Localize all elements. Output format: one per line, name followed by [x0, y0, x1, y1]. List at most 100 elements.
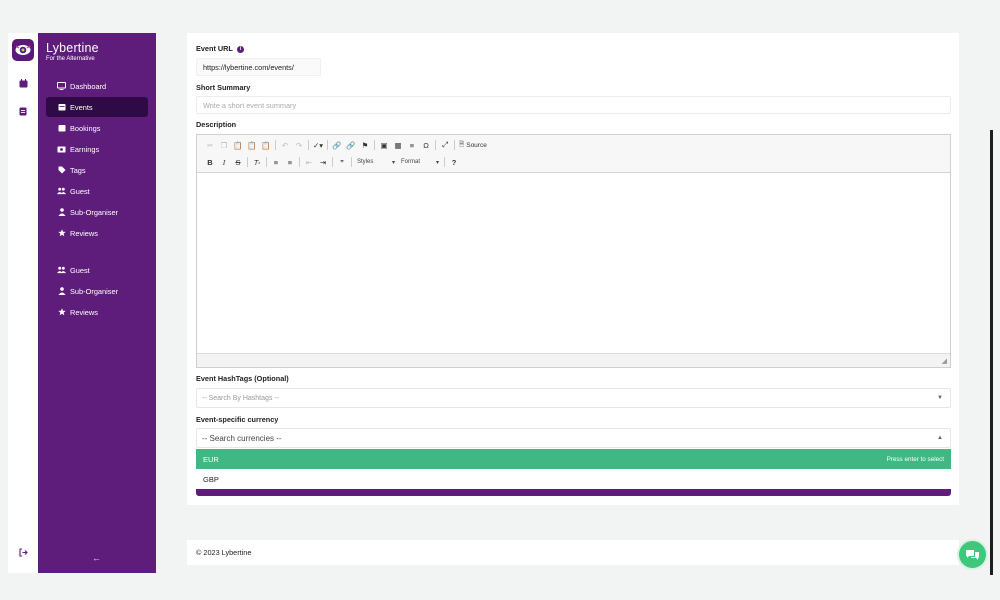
sidebar-item-label: Reviews: [70, 228, 98, 238]
currency-label: Event-specific currency: [196, 415, 279, 424]
toolbar-separator: [327, 140, 328, 150]
star-icon: [57, 229, 66, 238]
rich-text-editor[interactable]: ✂ ❐ 📋 📋 📋 ↶ ↷ ✓▾ 🔗 🔗 ⚑ ▣ ▦ ≡ Ω ⤢ 🗎 Sourc…: [196, 134, 951, 368]
tag-icon: [57, 166, 66, 175]
calendar-icon[interactable]: [17, 77, 29, 89]
copy-icon[interactable]: ❐: [217, 138, 231, 152]
help-icon[interactable]: ?: [447, 155, 461, 169]
arrow-left-icon: ←: [92, 553, 101, 563]
sidebar-item-guest[interactable]: Guest: [46, 181, 148, 201]
horizontal-line-icon[interactable]: ≡: [405, 138, 419, 152]
outdent-icon[interactable]: ⇤: [302, 155, 316, 169]
sidebar-item-label: Sub-Organiser: [70, 286, 119, 296]
numbered-list-icon[interactable]: ≡: [269, 155, 283, 169]
hashtags-select[interactable]: -- Search By Hashtags -- ▼: [196, 388, 951, 408]
toolbar-separator: [351, 157, 352, 167]
short-summary-input[interactable]: Write a short event summary: [196, 96, 951, 114]
chat-button[interactable]: [957, 539, 988, 570]
bold-icon[interactable]: B: [203, 155, 217, 169]
copyright-text: © 2023 Lybertine: [196, 548, 252, 557]
anchor-flag-icon[interactable]: ⚑: [358, 138, 372, 152]
table-icon[interactable]: ▦: [391, 138, 405, 152]
select-hint: Press enter to select: [886, 455, 944, 463]
currency-option-eur[interactable]: EUR Press enter to select: [196, 449, 951, 469]
caret-down-icon: ▼: [937, 395, 943, 401]
sidebar-item-reviews[interactable]: Reviews: [46, 302, 148, 322]
currency-search-input[interactable]: -- Search currencies -- ▲: [196, 428, 951, 448]
toolbar-separator: [308, 140, 309, 150]
maximize-icon[interactable]: ⤢: [438, 138, 452, 152]
sidebar-item-label: Earnings: [70, 144, 100, 154]
editor-content-area[interactable]: [197, 173, 950, 353]
logout-icon[interactable]: [17, 546, 29, 558]
special-char-icon[interactable]: Ω: [419, 138, 433, 152]
brand-tagline: For the Alternative: [46, 56, 95, 62]
calendar-check-icon: [57, 124, 66, 133]
hashtags-label: Event HashTags (Optional): [196, 374, 289, 383]
toolbar-separator: [444, 157, 445, 167]
paste-text-icon[interactable]: 📋: [245, 138, 259, 152]
page-scrollbar[interactable]: [990, 130, 993, 575]
caret-up-icon: ▲: [937, 435, 943, 441]
unlink-icon[interactable]: 🔗: [344, 138, 358, 152]
caret-down-icon: ▾: [391, 159, 395, 166]
sidebar-item-tags[interactable]: Tags: [46, 160, 148, 180]
event-url-label: Event URL i: [196, 44, 244, 53]
toolbar-separator: [275, 140, 276, 150]
sidebar-item-sub-organiser[interactable]: Sub-Organiser: [46, 202, 148, 222]
collapse-sidebar-button[interactable]: ←: [92, 553, 101, 563]
redo-icon[interactable]: ↷: [292, 138, 306, 152]
app-logo[interactable]: [12, 39, 34, 61]
toolbar-row-1: ✂ ❐ 📋 📋 📋 ↶ ↷ ✓▾ 🔗 🔗 ⚑ ▣ ▦ ≡ Ω ⤢ 🗎 Sourc…: [203, 138, 489, 152]
spellcheck-icon[interactable]: ✓▾: [311, 138, 325, 152]
bulleted-list-icon[interactable]: ≡: [283, 155, 297, 169]
sidebar-item-label: Sub-Organiser: [70, 207, 119, 217]
sidebar-item-label: Guest: [70, 186, 90, 196]
italic-icon[interactable]: I: [217, 155, 231, 169]
paste-word-icon[interactable]: 📋: [259, 138, 273, 152]
toolbar-separator: [299, 157, 300, 167]
link-icon[interactable]: 🔗: [330, 138, 344, 152]
sidebar-item-events[interactable]: Events: [46, 97, 148, 117]
format-dropdown[interactable]: Format ▾: [398, 156, 442, 168]
toolbar-separator: [332, 157, 333, 167]
sidebar-item-dashboard[interactable]: Dashboard: [46, 76, 148, 96]
indent-icon[interactable]: ⇥: [316, 155, 330, 169]
strikethrough-icon[interactable]: S: [231, 155, 245, 169]
source-icon: 🗎: [459, 140, 465, 148]
info-icon[interactable]: i: [236, 45, 244, 53]
sidebar-item-label: Guest: [70, 265, 90, 275]
icon-rail: [8, 33, 38, 573]
submit-button[interactable]: [196, 489, 951, 496]
short-summary-label: Short Summary: [196, 83, 251, 92]
editor-toolbar: ✂ ❐ 📋 📋 📋 ↶ ↷ ✓▾ 🔗 🔗 ⚑ ▣ ▦ ≡ Ω ⤢ 🗎 Sourc…: [197, 135, 950, 173]
source-button[interactable]: 🗎 Source: [457, 138, 489, 152]
paste-icon[interactable]: 📋: [231, 138, 245, 152]
money-icon: [57, 145, 66, 154]
description-label: Description: [196, 120, 237, 129]
sidebar-item-earnings[interactable]: Earnings: [46, 139, 148, 159]
toolbar-separator: [374, 140, 375, 150]
sidebar-item-bookings[interactable]: Bookings: [46, 118, 148, 138]
brand-name: Lybertine: [46, 41, 99, 55]
cut-icon[interactable]: ✂: [203, 138, 217, 152]
footer: © 2023 Lybertine: [187, 540, 959, 565]
event-url-field[interactable]: https://lybertine.com/events/: [196, 58, 321, 76]
sidebar-item-reviews[interactable]: Reviews: [46, 223, 148, 243]
resize-handle-icon[interactable]: ◢: [942, 357, 947, 365]
styles-dropdown[interactable]: Styles ▾: [354, 156, 398, 168]
currency-option-gbp[interactable]: GBP: [196, 470, 951, 490]
sidebar-item-label: Reviews: [70, 307, 98, 317]
brand[interactable]: Lybertine For the Alternative: [46, 41, 99, 62]
blockquote-icon[interactable]: ”: [335, 155, 349, 169]
sidebar-item-sub-organiser[interactable]: Sub-Organiser: [46, 281, 148, 301]
event-form-card: Event URL i https://lybertine.com/events/…: [187, 33, 959, 505]
image-icon[interactable]: ▣: [377, 138, 391, 152]
undo-icon[interactable]: ↶: [278, 138, 292, 152]
remove-format-icon[interactable]: Tx: [250, 155, 264, 169]
monitor-icon: [57, 82, 66, 91]
toolbar-row-2: B I S Tx ≡ ≡ ⇤ ⇥ ” Styles ▾ Format ▾ ?: [203, 155, 461, 169]
document-icon[interactable]: [17, 105, 29, 117]
sidebar-item-guest[interactable]: Guest: [46, 260, 148, 280]
user-icon: [57, 208, 66, 217]
